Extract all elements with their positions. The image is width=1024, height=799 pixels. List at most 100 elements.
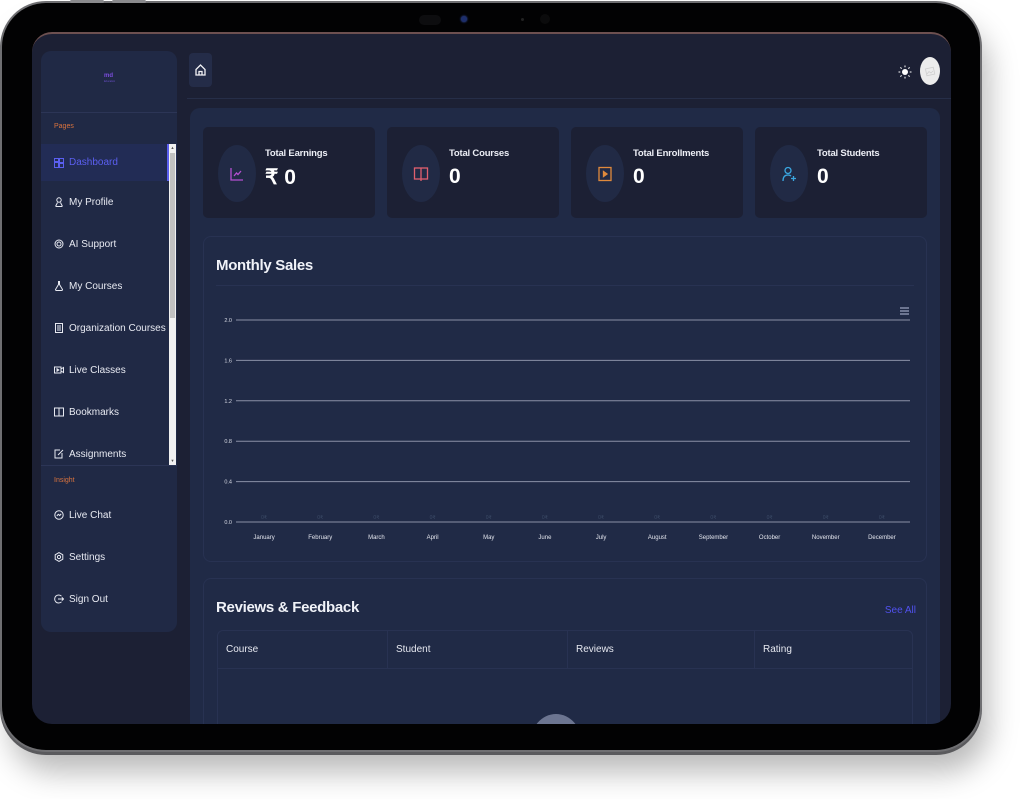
panel-title: Reviews & Feedback xyxy=(216,599,360,616)
sidebar-item-settings[interactable]: Settings xyxy=(41,536,177,578)
scroll-down-arrow[interactable]: ▼ xyxy=(170,458,175,464)
device-button xyxy=(0,53,1,83)
stat-card-total-enrollments: Total Enrollments 0 xyxy=(571,127,743,218)
sidebar-item-label: My Profile xyxy=(69,196,114,208)
home-icon xyxy=(195,64,206,76)
document-list-icon xyxy=(55,323,63,333)
x-tick-label: October xyxy=(759,535,780,541)
x-tick-label: March xyxy=(368,535,385,541)
sidebar-item-organization-courses[interactable]: Organization Courses xyxy=(41,307,177,349)
x-tick-label: August xyxy=(648,535,667,541)
sidebar-item-bookmarks[interactable]: Bookmarks xyxy=(41,391,177,433)
sidebar-item-label: Sign Out xyxy=(69,593,108,605)
camera-sensor xyxy=(419,15,441,25)
data-label: 0₹ xyxy=(542,515,548,521)
sidebar-item-label: Settings xyxy=(69,551,106,563)
logo[interactable]: md Education xyxy=(41,51,177,113)
x-tick-label: May xyxy=(483,535,494,541)
logo-text: md xyxy=(104,73,113,79)
empty-state-illustration xyxy=(530,714,582,724)
monthly-sales-chart: 0.0 0.4 0.8 1.2 1.6 2.0 0₹ January 0₹ February 0₹ M… xyxy=(224,318,910,541)
sidebar-item-dashboard[interactable]: Dashboard xyxy=(41,144,177,181)
theme-toggle-button[interactable] xyxy=(898,65,912,79)
scrollbar-thumb[interactable] xyxy=(170,153,175,318)
main-content: Total Earnings ₹ 0 Total Courses 0 Total… xyxy=(190,108,940,724)
stat-icon-wrapper xyxy=(402,145,440,202)
sidebar-item-label: Live Classes xyxy=(69,364,126,376)
y-tick-label: 0.0 xyxy=(224,520,232,526)
sidebar-item-label: Assignments xyxy=(69,448,127,460)
data-label: 0₹ xyxy=(317,515,323,521)
sidebar-item-label: AI Support xyxy=(69,238,117,250)
stat-card-total-students: Total Students 0 xyxy=(755,127,927,218)
y-tick-label: 1.6 xyxy=(224,358,232,364)
x-tick-label: January xyxy=(253,535,274,541)
home-button[interactable] xyxy=(189,53,212,87)
panel-title: Monthly Sales xyxy=(216,257,313,274)
stat-card-total-earnings: Total Earnings ₹ 0 xyxy=(203,127,375,218)
sidebar-item-my-profile[interactable]: My Profile xyxy=(41,181,177,223)
stat-value: 0 xyxy=(633,165,645,188)
x-tick-label: November xyxy=(812,535,840,541)
line-chart-icon xyxy=(230,167,243,181)
column-header-course[interactable]: Course xyxy=(218,631,388,668)
data-label: 0₹ xyxy=(823,515,829,521)
x-tick-label: February xyxy=(308,535,332,541)
sidebar-item-assignments[interactable]: Assignments xyxy=(41,433,177,465)
reviews-panel: Reviews & Feedback See All Course Studen… xyxy=(203,578,927,724)
sidebar-item-sign-out[interactable]: Sign Out xyxy=(41,578,177,620)
sidebar-item-label: Dashboard xyxy=(69,157,118,168)
data-label: 0₹ xyxy=(767,515,773,521)
user-plus-icon xyxy=(782,166,796,181)
x-tick-label: December xyxy=(868,535,896,541)
see-all-link[interactable]: See All xyxy=(885,605,916,616)
course-flask-icon xyxy=(54,281,64,291)
camera-sensor xyxy=(521,18,524,21)
data-label: 0₹ xyxy=(430,515,436,521)
y-tick-label: 1.2 xyxy=(224,399,232,405)
divider xyxy=(187,98,951,99)
x-tick-label: June xyxy=(538,535,552,541)
stat-title: Total Courses xyxy=(449,148,510,159)
data-label: 0₹ xyxy=(654,515,660,521)
avatar[interactable] xyxy=(920,57,940,85)
divider xyxy=(41,465,177,466)
insight-nav: Live Chat Settings Sign Out xyxy=(41,494,177,620)
stat-value: 0 xyxy=(817,165,829,188)
sidebar-item-ai-support[interactable]: AI Support xyxy=(41,223,177,265)
play-square-icon xyxy=(598,166,612,181)
messenger-chat-icon xyxy=(54,510,64,520)
sidebar-item-live-chat[interactable]: Live Chat xyxy=(41,494,177,536)
sidebar-nav: Dashboard My Profile AI Support My Cours… xyxy=(41,144,177,465)
stat-value: ₹ 0 xyxy=(265,166,296,189)
edit-square-icon xyxy=(54,449,64,459)
x-tick-label: September xyxy=(699,535,728,541)
sidebar-item-live-classes[interactable]: Live Classes xyxy=(41,349,177,391)
book-open-icon xyxy=(54,407,64,417)
column-header-rating[interactable]: Rating xyxy=(755,631,912,668)
logo-subtext: Education xyxy=(104,80,116,83)
table-header-row: Course Student Reviews Rating xyxy=(218,631,912,669)
sidebar-scrollbar[interactable]: ▲ ▼ xyxy=(169,144,176,465)
sidebar-item-my-courses[interactable]: My Courses xyxy=(41,265,177,307)
x-tick-label: April xyxy=(427,535,439,541)
stat-title: Total Earnings xyxy=(265,148,328,159)
stat-title: Total Enrollments xyxy=(633,148,710,159)
stats-row: Total Earnings ₹ 0 Total Courses 0 Total… xyxy=(203,127,927,218)
data-label: 0₹ xyxy=(879,515,885,521)
column-header-student[interactable]: Student xyxy=(388,631,568,668)
column-header-reviews[interactable]: Reviews xyxy=(568,631,755,668)
stat-card-total-courses: Total Courses 0 xyxy=(387,127,559,218)
data-label: 0₹ xyxy=(261,515,267,521)
section-label-pages: Pages xyxy=(54,123,74,130)
sidebar-item-label: Bookmarks xyxy=(69,406,120,418)
dashboard-grid-icon xyxy=(54,157,64,168)
scroll-up-arrow[interactable]: ▲ xyxy=(170,145,175,151)
settings-gear-icon xyxy=(54,552,64,562)
stat-value: 0 xyxy=(449,165,461,188)
headset-icon xyxy=(54,239,64,249)
section-label-insight: Insight xyxy=(54,477,75,484)
sidebar: md Education Pages Dashboard My Profile … xyxy=(41,51,177,632)
device-button xyxy=(112,0,146,3)
sidebar-item-label: Organization Courses xyxy=(69,322,166,334)
